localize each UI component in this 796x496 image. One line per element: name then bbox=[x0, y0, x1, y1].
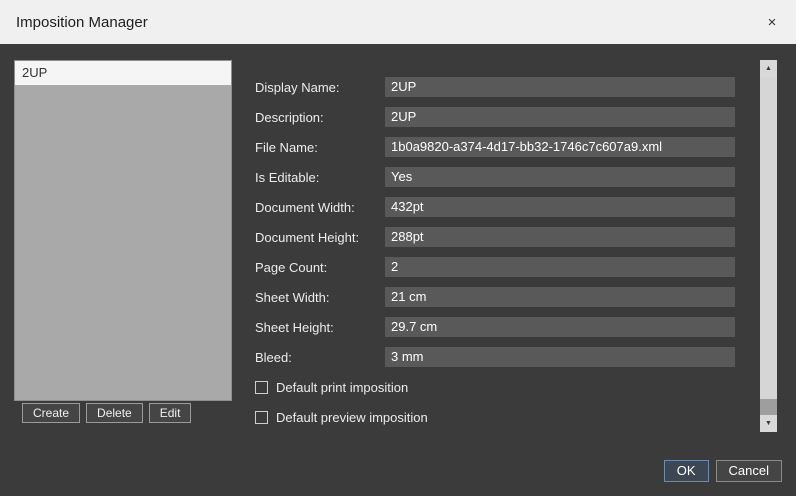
delete-button[interactable]: Delete bbox=[86, 403, 143, 423]
field-value-display-name: 2UP bbox=[385, 77, 735, 97]
scroll-down-arrow-icon: ▼ bbox=[765, 420, 772, 427]
field-label: Sheet Height: bbox=[255, 320, 385, 335]
scroll-up-button[interactable]: ▲ bbox=[760, 60, 777, 77]
scrollbar-thumb[interactable] bbox=[760, 77, 777, 399]
field-value-file-name: 1b0a9820-a374-4d17-bb32-1746c7c607a9.xml bbox=[385, 137, 735, 157]
field-value-sheet-width: 21 cm bbox=[385, 287, 735, 307]
scroll-down-button[interactable]: ▼ bbox=[760, 415, 777, 432]
field-label: Description: bbox=[255, 110, 385, 125]
imposition-list[interactable]: 2UP bbox=[14, 60, 232, 401]
default-preview-checkbox[interactable] bbox=[255, 411, 268, 424]
ok-button[interactable]: OK bbox=[664, 460, 709, 482]
field-label: Sheet Width: bbox=[255, 290, 385, 305]
default-preview-row: Default preview imposition bbox=[255, 402, 735, 432]
field-value-document-width: 432pt bbox=[385, 197, 735, 217]
list-button-row: Create Delete Edit bbox=[22, 403, 191, 423]
field-row-sheet-width: Sheet Width: 21 cm bbox=[255, 282, 735, 312]
field-value-description: 2UP bbox=[385, 107, 735, 127]
field-row-bleed: Bleed: 3 mm bbox=[255, 342, 735, 372]
field-row-display-name: Display Name: 2UP bbox=[255, 72, 735, 102]
footer-button-row: OK Cancel bbox=[664, 460, 782, 482]
field-row-page-count: Page Count: 2 bbox=[255, 252, 735, 282]
details-form: Display Name: 2UP Description: 2UP File … bbox=[255, 72, 735, 432]
field-row-document-height: Document Height: 288pt bbox=[255, 222, 735, 252]
dialog-title: Imposition Manager bbox=[16, 14, 148, 31]
field-label: File Name: bbox=[255, 140, 385, 155]
titlebar: Imposition Manager × bbox=[0, 0, 796, 44]
field-label: Document Height: bbox=[255, 230, 385, 245]
vertical-scrollbar[interactable]: ▲ ▼ bbox=[760, 60, 777, 432]
field-value-document-height: 288pt bbox=[385, 227, 735, 247]
field-value-page-count: 2 bbox=[385, 257, 735, 277]
field-value-bleed: 3 mm bbox=[385, 347, 735, 367]
default-print-checkbox[interactable] bbox=[255, 381, 268, 394]
field-row-file-name: File Name: 1b0a9820-a374-4d17-bb32-1746c… bbox=[255, 132, 735, 162]
field-value-sheet-height: 29.7 cm bbox=[385, 317, 735, 337]
list-item-selected[interactable]: 2UP bbox=[15, 61, 231, 85]
imposition-manager-dialog: Imposition Manager × 2UP Create Delete E… bbox=[0, 0, 796, 496]
default-preview-label: Default preview imposition bbox=[276, 410, 428, 425]
default-print-row: Default print imposition bbox=[255, 372, 735, 402]
field-label: Bleed: bbox=[255, 350, 385, 365]
default-print-label: Default print imposition bbox=[276, 380, 408, 395]
field-row-sheet-height: Sheet Height: 29.7 cm bbox=[255, 312, 735, 342]
field-row-description: Description: 2UP bbox=[255, 102, 735, 132]
field-value-is-editable: Yes bbox=[385, 167, 735, 187]
cancel-button[interactable]: Cancel bbox=[716, 460, 782, 482]
create-button[interactable]: Create bbox=[22, 403, 80, 423]
field-label: Display Name: bbox=[255, 80, 385, 95]
field-label: Is Editable: bbox=[255, 170, 385, 185]
field-row-is-editable: Is Editable: Yes bbox=[255, 162, 735, 192]
close-icon[interactable]: × bbox=[764, 15, 780, 30]
scroll-up-arrow-icon: ▲ bbox=[765, 65, 772, 72]
field-label: Document Width: bbox=[255, 200, 385, 215]
field-row-document-width: Document Width: 432pt bbox=[255, 192, 735, 222]
edit-button[interactable]: Edit bbox=[149, 403, 192, 423]
field-label: Page Count: bbox=[255, 260, 385, 275]
